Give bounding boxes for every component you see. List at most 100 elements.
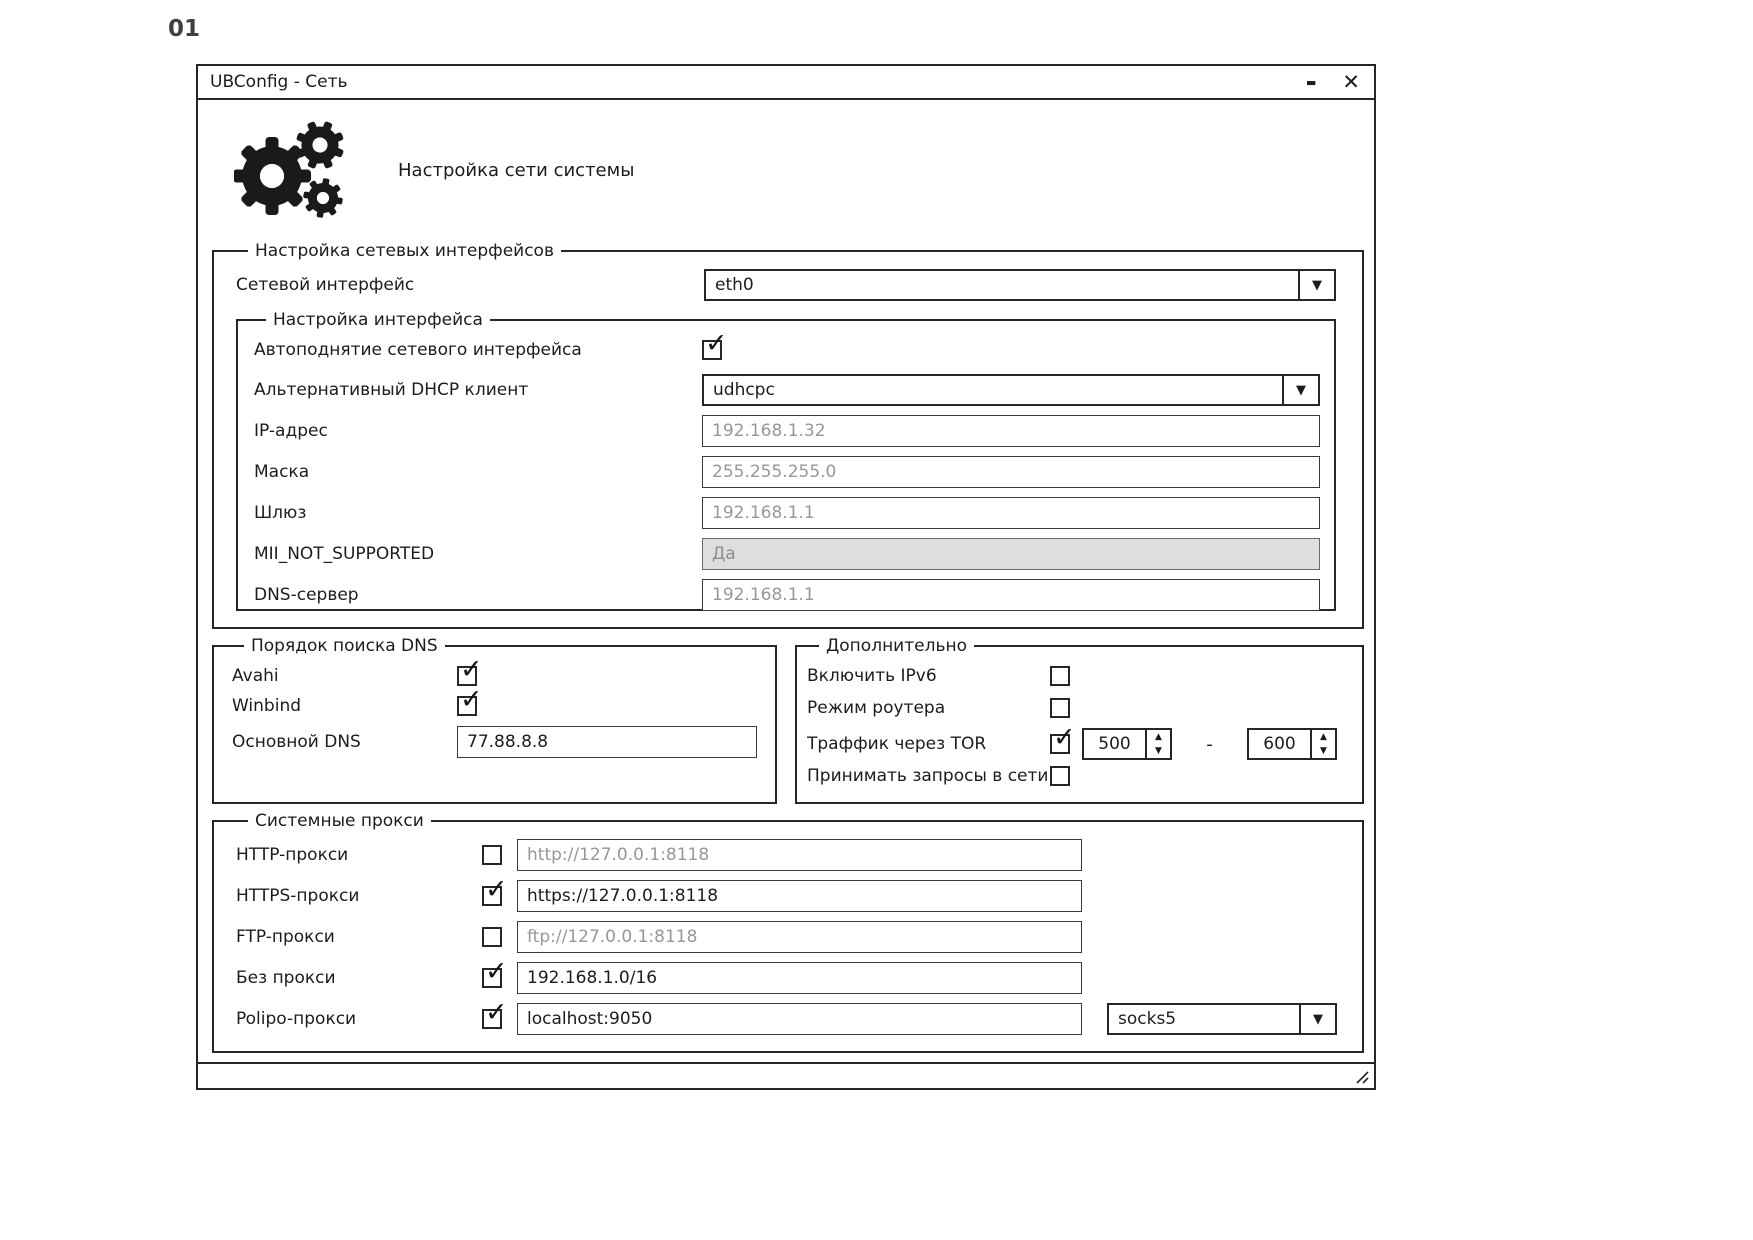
avahi-row: Avahi ✓ xyxy=(232,664,757,688)
check-icon: ✓ xyxy=(485,999,508,1026)
tor-label: Траффик через TOR xyxy=(807,734,1050,754)
winbind-checkbox[interactable]: ✓ xyxy=(457,696,477,716)
system-proxies-legend: Системные прокси xyxy=(248,811,431,831)
netmask-row: Маска 255.255.255.0 xyxy=(254,456,1320,488)
polipo-protocol-dropdown-button[interactable]: ▼ xyxy=(1299,1005,1335,1033)
avahi-label: Avahi xyxy=(232,666,457,686)
mii-value: Да xyxy=(712,544,736,564)
interface-settings-legend: Настройка интерфейса xyxy=(266,310,490,330)
primary-dns-label: Основной DNS xyxy=(232,732,457,752)
additional-group: Дополнительно Включить IPv6 ✓ Режим роут… xyxy=(795,636,1364,804)
autoraise-checkbox[interactable]: ✓ xyxy=(702,340,722,360)
primary-dns-field[interactable]: 77.88.8.8 xyxy=(457,726,757,758)
dns-server-field[interactable]: 192.168.1.1 xyxy=(702,579,1320,611)
polipo-proxy-checkbox[interactable]: ✓ xyxy=(482,1009,502,1029)
tor-port-to-value: 600 xyxy=(1249,730,1310,758)
title-bar[interactable]: UBConfig - Сеть ▬ ✕ xyxy=(198,66,1374,100)
check-icon: ✓ xyxy=(460,656,483,683)
mii-field: Да xyxy=(702,538,1320,570)
http-proxy-checkbox[interactable]: ✓ xyxy=(482,845,502,865)
ip-address-row: IP-адрес 192.168.1.32 xyxy=(254,415,1320,447)
dhcp-client-select-dropdown-button[interactable]: ▼ xyxy=(1282,376,1318,404)
minimize-button[interactable]: ▬ xyxy=(1306,77,1316,88)
http-proxy-value: http://127.0.0.1:8118 xyxy=(527,845,709,865)
system-proxies-group: Системные прокси HTTP-прокси ✓ http://12… xyxy=(212,811,1364,1053)
polipo-protocol-value: socks5 xyxy=(1109,1005,1299,1033)
close-button[interactable]: ✕ xyxy=(1342,72,1360,93)
ftp-proxy-checkbox[interactable]: ✓ xyxy=(482,927,502,947)
polipo-proxy-field[interactable]: localhost:9050 xyxy=(517,1003,1082,1035)
avahi-checkbox[interactable]: ✓ xyxy=(457,666,477,686)
accept-requests-row: Принимать запросы в сети ✓ xyxy=(807,764,1354,788)
tor-port-from-spinner[interactable]: 500 ▲ ▼ xyxy=(1082,728,1172,760)
no-proxy-checkbox[interactable]: ✓ xyxy=(482,968,502,988)
check-icon: ✓ xyxy=(485,876,508,903)
accept-requests-checkbox[interactable]: ✓ xyxy=(1050,766,1070,786)
primary-dns-value: 77.88.8.8 xyxy=(467,732,548,752)
spinner-buttons: ▲ ▼ xyxy=(1310,730,1335,758)
gateway-field[interactable]: 192.168.1.1 xyxy=(702,497,1320,529)
page-number-label: 01 xyxy=(168,16,200,42)
interface-select-value: eth0 xyxy=(706,271,1298,299)
router-mode-label: Режим роутера xyxy=(807,698,1050,718)
tor-checkbox[interactable]: ✓ xyxy=(1050,734,1070,754)
ubconfig-network-window: UBConfig - Сеть ▬ ✕ xyxy=(196,64,1376,1090)
interface-select-dropdown-button[interactable]: ▼ xyxy=(1298,271,1334,299)
autoraise-row: Автоподнятие сетевого интерфейса ✓ xyxy=(254,338,1320,362)
tor-row: Траффик через TOR ✓ 500 ▲ ▼ - 600 ▲ ▼ xyxy=(807,728,1354,760)
spin-up-button[interactable]: ▲ xyxy=(1147,730,1170,744)
page-title: Настройка сети системы xyxy=(398,160,634,181)
window-title: UBConfig - Сеть xyxy=(210,72,348,92)
polipo-proxy-label: Polipo-прокси xyxy=(236,1009,482,1029)
ip-address-field[interactable]: 192.168.1.32 xyxy=(702,415,1320,447)
check-icon: ✓ xyxy=(485,958,508,985)
ftp-proxy-row: FTP-прокси ✓ ftp://127.0.0.1:8118 xyxy=(236,921,1342,953)
dhcp-client-row: Альтернативный DHCP клиент udhcpc ▼ xyxy=(254,374,1320,406)
ipv6-row: Включить IPv6 ✓ xyxy=(807,664,1354,688)
ftp-proxy-value: ftp://127.0.0.1:8118 xyxy=(527,927,697,947)
chevron-down-icon: ▼ xyxy=(1312,278,1322,293)
tor-port-from-value: 500 xyxy=(1084,730,1145,758)
no-proxy-field[interactable]: 192.168.1.0/16 xyxy=(517,962,1082,994)
spin-up-button[interactable]: ▲ xyxy=(1312,730,1335,744)
winbind-row: Winbind ✓ xyxy=(232,694,757,718)
dns-server-label: DNS-сервер xyxy=(254,585,702,605)
https-proxy-checkbox[interactable]: ✓ xyxy=(482,886,502,906)
http-proxy-field[interactable]: http://127.0.0.1:8118 xyxy=(517,839,1082,871)
ftp-proxy-field[interactable]: ftp://127.0.0.1:8118 xyxy=(517,921,1082,953)
mii-label: MII_NOT_SUPPORTED xyxy=(254,544,702,564)
check-icon: ✓ xyxy=(705,330,728,357)
gateway-row: Шлюз 192.168.1.1 xyxy=(254,497,1320,529)
spin-down-button[interactable]: ▼ xyxy=(1312,744,1335,758)
https-proxy-label: HTTPS-прокси xyxy=(236,886,482,906)
mii-row: MII_NOT_SUPPORTED Да xyxy=(254,538,1320,570)
gears-icon xyxy=(234,118,354,223)
ip-address-value: 192.168.1.32 xyxy=(712,421,826,441)
http-proxy-label: HTTP-прокси xyxy=(236,845,482,865)
router-mode-checkbox[interactable]: ✓ xyxy=(1050,698,1070,718)
ipv6-label: Включить IPv6 xyxy=(807,666,1050,686)
router-mode-row: Режим роутера ✓ xyxy=(807,696,1354,720)
gateway-label: Шлюз xyxy=(254,503,702,523)
gateway-value: 192.168.1.1 xyxy=(712,503,815,523)
accept-requests-label: Принимать запросы в сети xyxy=(807,766,1050,786)
tor-port-to-spinner[interactable]: 600 ▲ ▼ xyxy=(1247,728,1337,760)
netmask-value: 255.255.255.0 xyxy=(712,462,836,482)
http-proxy-row: HTTP-прокси ✓ http://127.0.0.1:8118 xyxy=(236,839,1342,871)
dns-server-value: 192.168.1.1 xyxy=(712,585,815,605)
status-bar xyxy=(198,1062,1374,1088)
minimize-icon: ▬ xyxy=(1306,77,1316,88)
primary-dns-row: Основной DNS 77.88.8.8 xyxy=(232,726,757,758)
ip-address-label: IP-адрес xyxy=(254,421,702,441)
resize-grip-icon[interactable] xyxy=(1353,1068,1369,1084)
interface-select[interactable]: eth0 ▼ xyxy=(704,269,1336,301)
dns-server-row: DNS-сервер 192.168.1.1 xyxy=(254,579,1320,611)
spin-down-button[interactable]: ▼ xyxy=(1147,744,1170,758)
ftp-proxy-label: FTP-прокси xyxy=(236,927,482,947)
ipv6-checkbox[interactable]: ✓ xyxy=(1050,666,1070,686)
https-proxy-field[interactable]: https://127.0.0.1:8118 xyxy=(517,880,1082,912)
dhcp-client-select[interactable]: udhcpc ▼ xyxy=(702,374,1320,406)
polipo-protocol-select[interactable]: socks5 ▼ xyxy=(1107,1003,1337,1035)
netmask-field[interactable]: 255.255.255.0 xyxy=(702,456,1320,488)
interface-settings-group: Настройка интерфейса Автоподнятие сетево… xyxy=(236,310,1336,611)
